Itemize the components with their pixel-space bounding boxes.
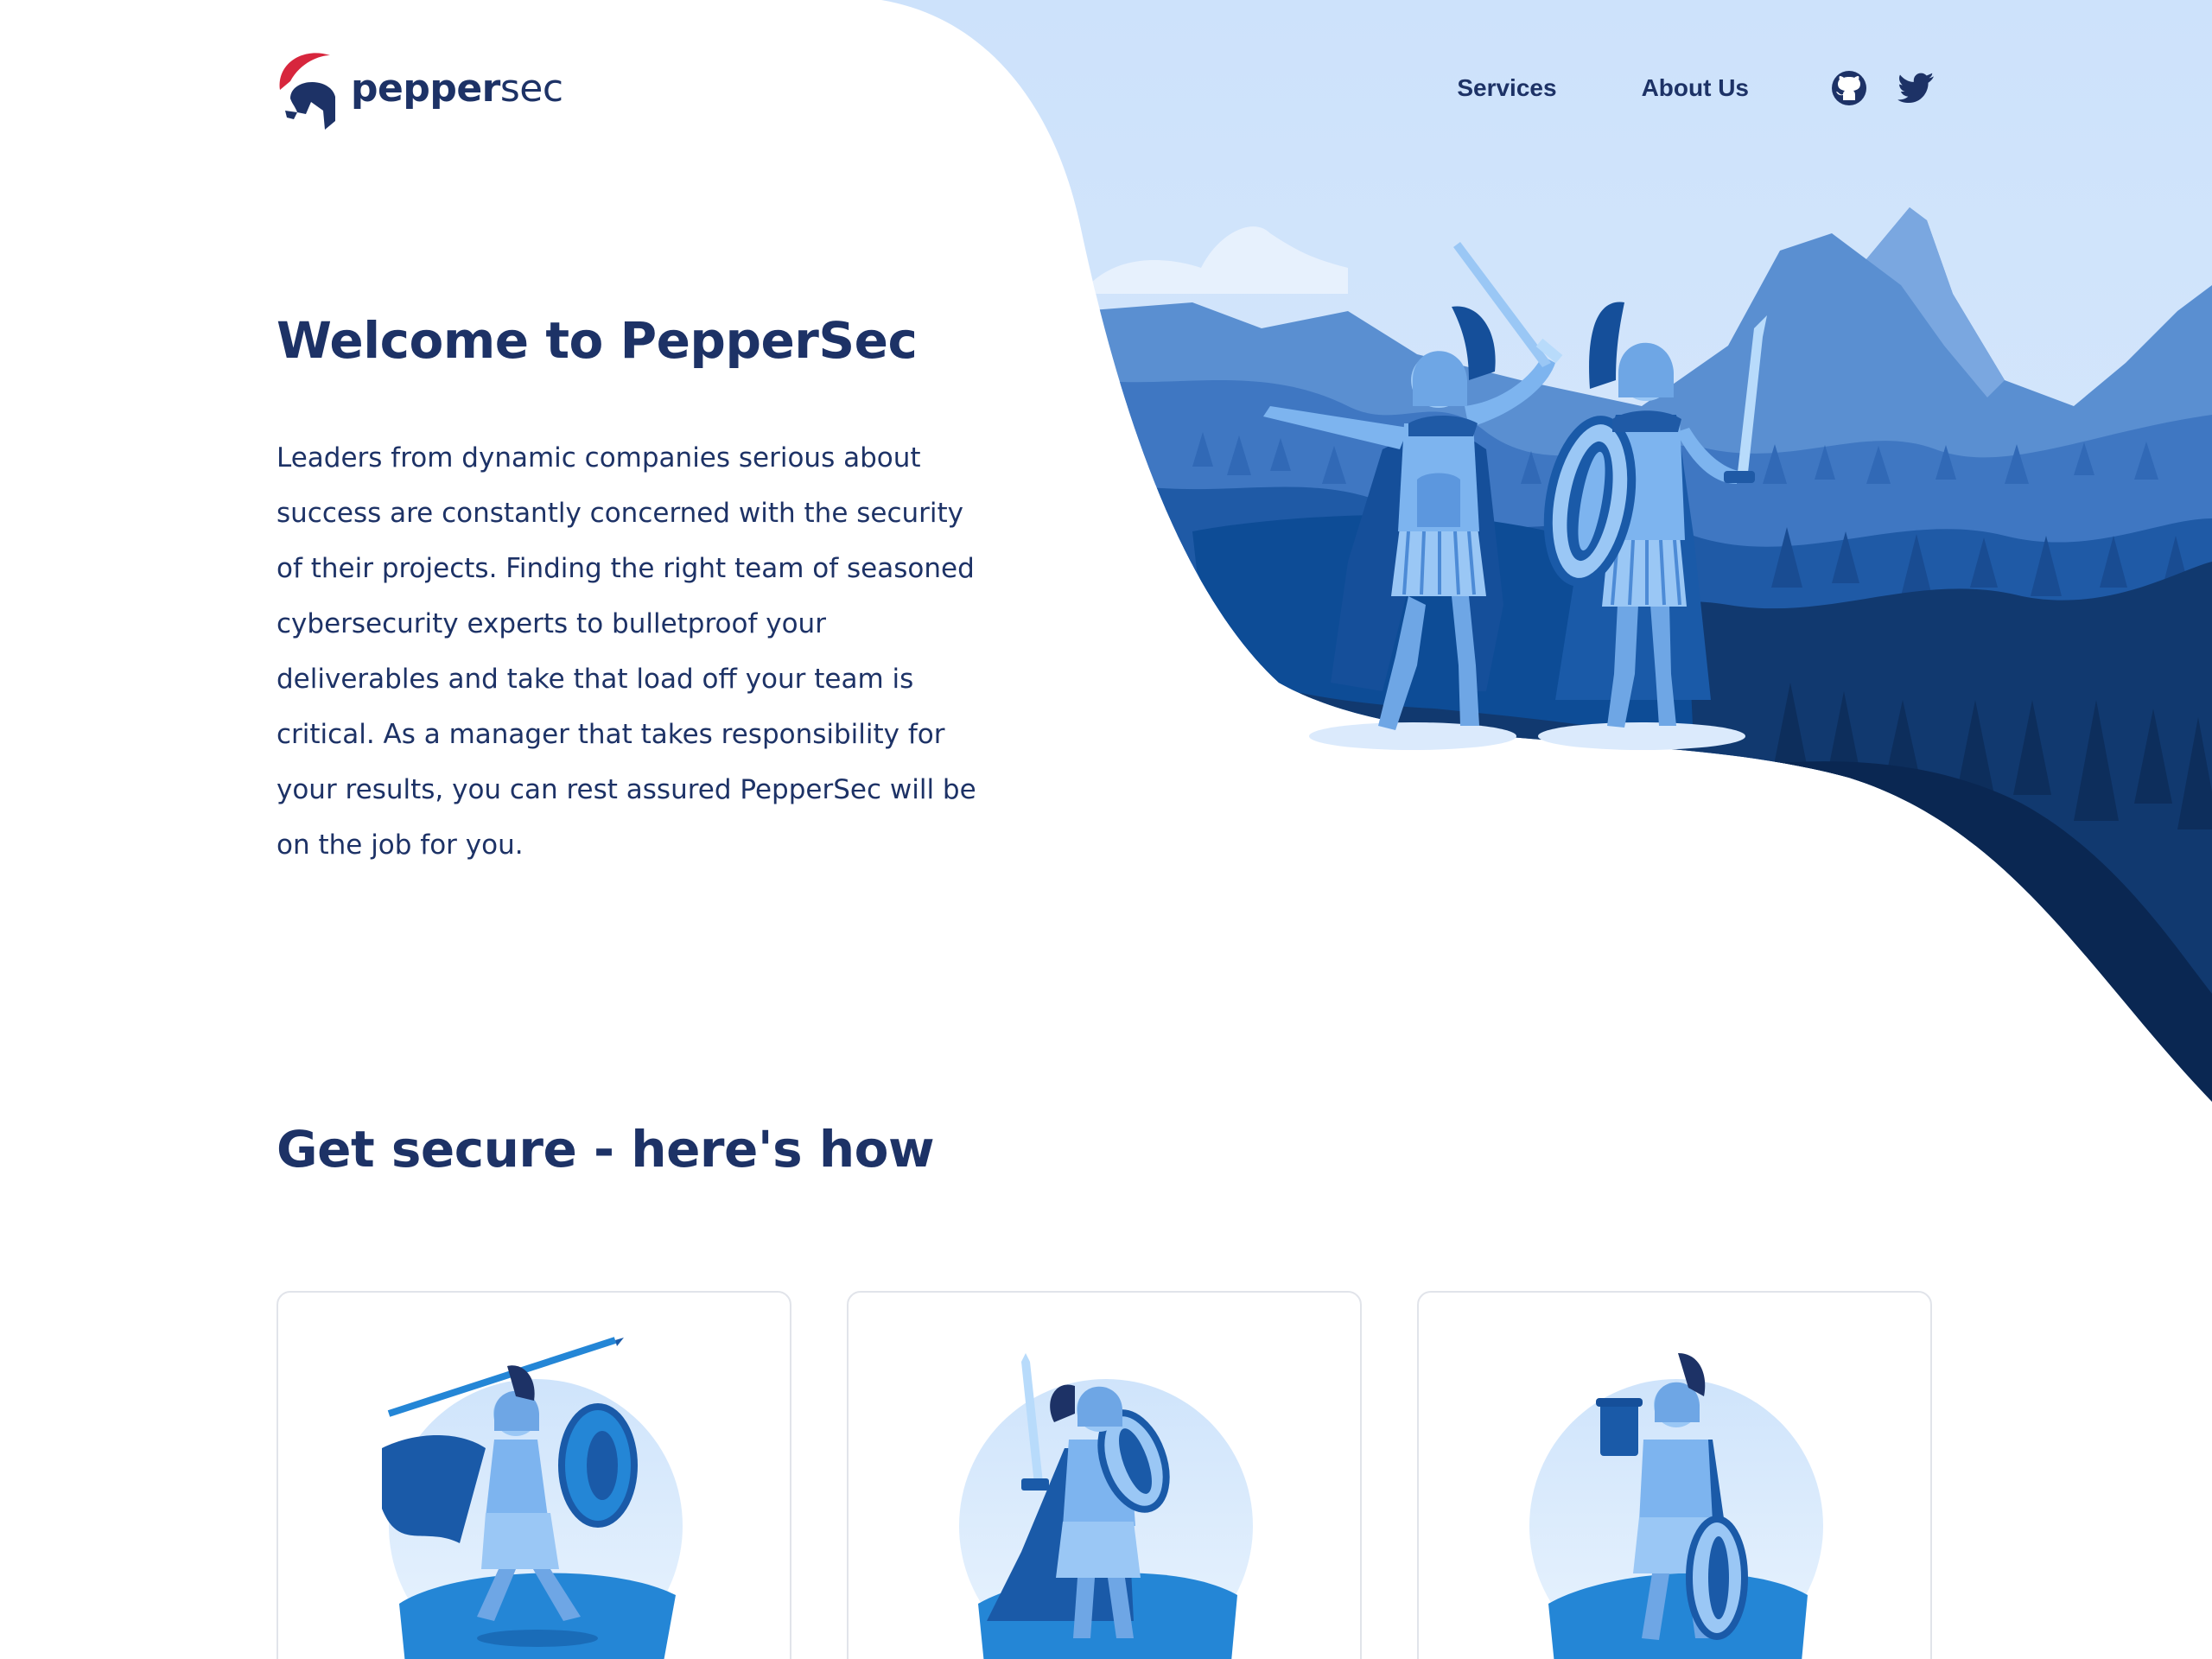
github-icon[interactable] <box>1830 69 1868 107</box>
hero-title: Welcome to PepperSec <box>276 311 918 370</box>
twitter-icon[interactable] <box>1897 69 1936 107</box>
site-header: peppersec Services About Us <box>276 45 1936 131</box>
main-nav: Services About Us <box>1372 45 1936 131</box>
sword-shield-warrior-illustration <box>959 1353 1253 1659</box>
logo-text: peppersec <box>351 67 563 111</box>
service-card-3[interactable] <box>1417 1291 1932 1659</box>
service-card-1[interactable] <box>276 1291 791 1659</box>
page: peppersec Services About Us Welcome to P… <box>0 0 2212 1659</box>
logo[interactable]: peppersec <box>276 45 563 131</box>
spear-warrior-illustration <box>382 1337 683 1659</box>
logo-text-bold: pepper <box>351 66 500 111</box>
service-card-2[interactable] <box>847 1291 1362 1659</box>
scroll-warrior-illustration <box>1529 1353 1823 1659</box>
logo-text-light: sec <box>499 66 563 111</box>
social-links <box>1830 69 1936 107</box>
helmet-logo-icon <box>279 53 335 130</box>
nav-link-about-us[interactable]: About Us <box>1642 74 1749 102</box>
section-title: Get secure - here's how <box>276 1120 935 1179</box>
nav-link-services[interactable]: Services <box>1457 74 1556 102</box>
hero-description: Leaders from dynamic companies serious a… <box>276 442 976 861</box>
